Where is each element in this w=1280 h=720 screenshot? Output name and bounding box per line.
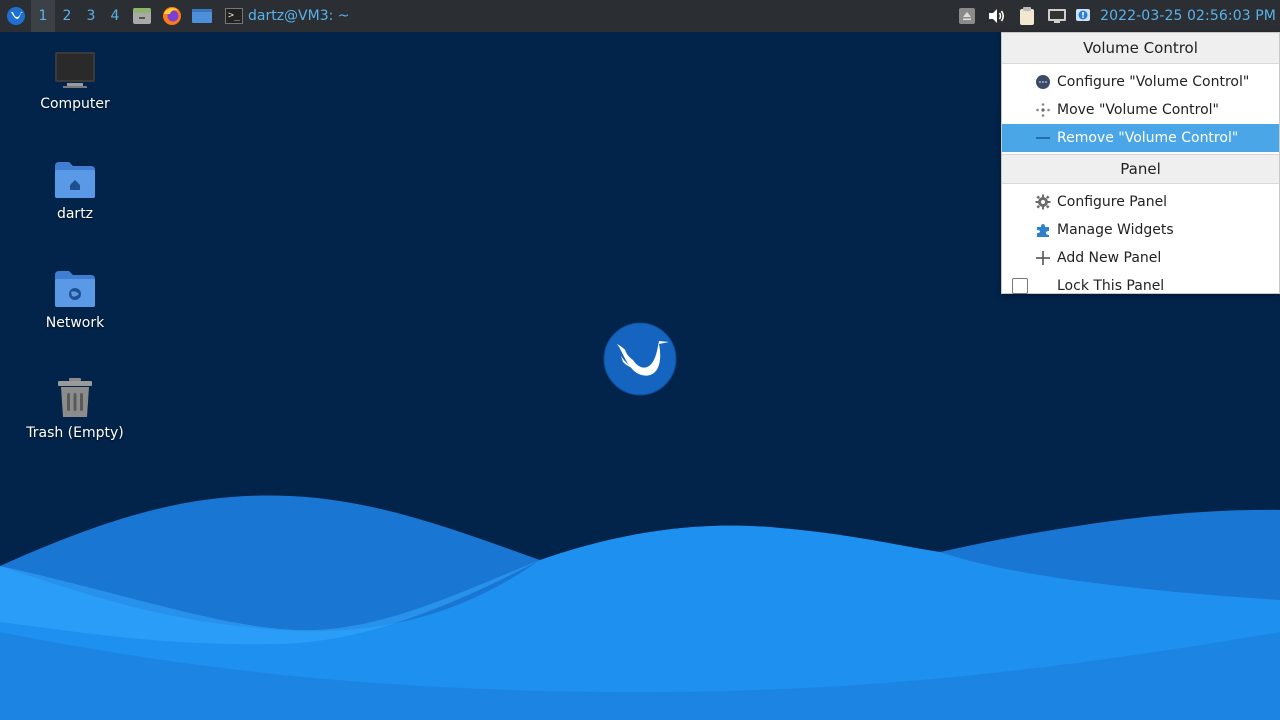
workspace-2-button[interactable]: 2 (55, 0, 79, 32)
terminal-icon: >_ (225, 8, 243, 24)
clock[interactable]: 2022-03-25 02:56:03 PM (1094, 8, 1280, 24)
file-cabinet-icon (133, 8, 151, 24)
notification-icon (1076, 9, 1091, 21)
notifications-button[interactable] (1072, 0, 1094, 32)
eject-button[interactable] (952, 0, 982, 32)
workspace-1-button[interactable]: 1 (31, 0, 55, 32)
speaker-icon (989, 9, 1005, 23)
workspace-label: 3 (86, 8, 96, 24)
menu-item-add-new-panel[interactable]: Add New Panel (1002, 244, 1279, 272)
menu-item-configure-panel[interactable]: Configure Panel (1002, 188, 1279, 216)
bird-logo-icon (7, 7, 25, 25)
top-panel: 1 2 3 4 >_ dartz@VM3: ~ 2022-03-25 02:56… (0, 0, 1280, 32)
menu-item-label: Configure "Volume Control" (1057, 74, 1250, 90)
workspace-label: 4 (110, 8, 120, 24)
taskbar-terminal-window[interactable]: >_ dartz@VM3: ~ (219, 0, 356, 32)
desktop-icon-label: dartz (56, 206, 94, 222)
desktop-icon-trash[interactable]: Trash (Empty) (20, 377, 130, 441)
home-folder-icon (55, 162, 95, 198)
show-desktop-button[interactable] (187, 0, 217, 32)
network-folder-icon (55, 271, 95, 307)
desktop-icon-label: Trash (Empty) (26, 425, 124, 441)
computer-icon (55, 52, 95, 88)
panel-header: Panel (1002, 154, 1279, 184)
window-title: dartz@VM3: ~ (248, 8, 350, 24)
menu-item-remove-volume-control[interactable]: Remove "Volume Control" (1002, 124, 1279, 152)
menu-item-lock-this-panel[interactable]: Lock This Panel (1002, 272, 1279, 300)
menu-item-move-volume-control[interactable]: Move "Volume Control" (1002, 96, 1279, 124)
gear-icon (1035, 194, 1051, 210)
puzzle-icon (1035, 222, 1051, 238)
configure-icon (1035, 74, 1051, 90)
clipboard-button[interactable] (1012, 0, 1042, 32)
volume-control-button[interactable] (982, 0, 1012, 32)
menu-item-label: Move "Volume Control" (1057, 102, 1219, 118)
lock-panel-checkbox[interactable] (1012, 278, 1028, 294)
distro-logo-icon (603, 322, 677, 396)
desktop-icon-label: Network (45, 315, 105, 331)
workspace-3-button[interactable]: 3 (79, 0, 103, 32)
firefox-launcher[interactable] (157, 0, 187, 32)
clipboard-icon (1020, 7, 1035, 25)
file-manager-launcher[interactable] (127, 0, 157, 32)
desktop-icon-network[interactable]: Network (20, 269, 130, 331)
panel-context-menu: Volume Control Configure "Volume Control… (1001, 32, 1280, 294)
network-status-button[interactable] (1042, 0, 1072, 32)
network-monitor-icon (1048, 9, 1067, 23)
applications-menu-button[interactable] (1, 0, 31, 32)
desktop-icon (192, 9, 212, 23)
menu-item-manage-widgets[interactable]: Manage Widgets (1002, 216, 1279, 244)
workspace-label: 2 (62, 8, 72, 24)
trash-icon (58, 378, 92, 417)
menu-item-label: Remove "Volume Control" (1057, 130, 1239, 146)
plus-icon (1035, 250, 1051, 266)
workspace-4-button[interactable]: 4 (103, 0, 127, 32)
menu-item-label: Manage Widgets (1057, 222, 1174, 238)
eject-icon (959, 8, 976, 24)
firefox-icon (163, 7, 181, 25)
volume-control-header: Volume Control (1002, 33, 1279, 64)
menu-item-configure-volume-control[interactable]: Configure "Volume Control" (1002, 68, 1279, 96)
desktop-icon-label: Computer (40, 96, 110, 112)
remove-icon (1035, 130, 1051, 146)
move-icon (1035, 102, 1051, 118)
menu-item-label: Add New Panel (1057, 250, 1162, 266)
menu-item-label: Configure Panel (1057, 194, 1168, 210)
desktop-icon-computer[interactable]: Computer (20, 50, 130, 112)
workspace-label: 1 (38, 8, 48, 24)
menu-item-label: Lock This Panel (1057, 278, 1165, 294)
desktop-icon-home[interactable]: dartz (20, 160, 130, 222)
